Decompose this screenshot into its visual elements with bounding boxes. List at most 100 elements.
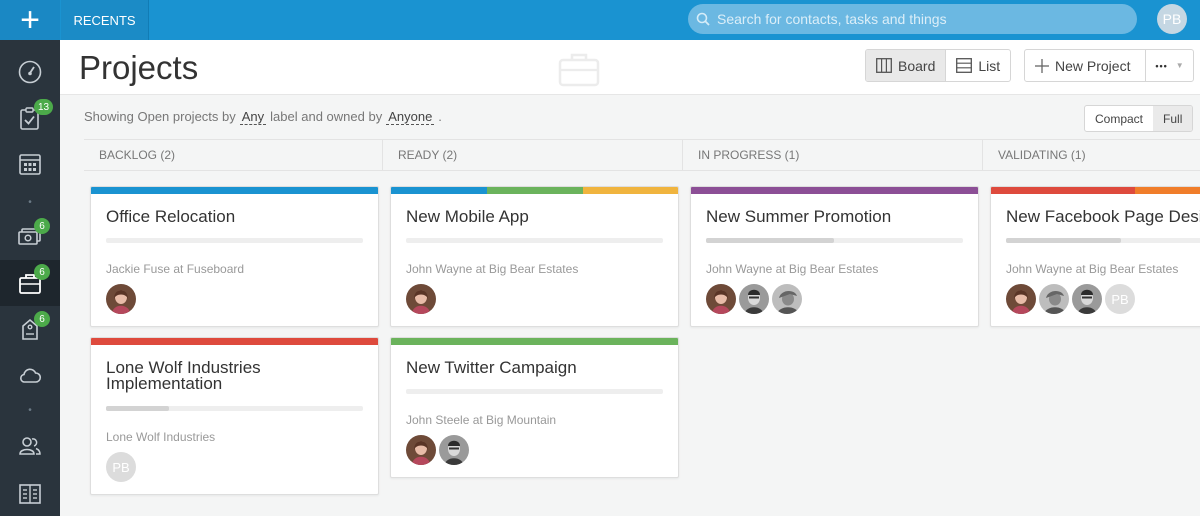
project-owner: John Wayne at Big Bear Estates xyxy=(406,262,579,276)
participant-avatars: PB xyxy=(106,452,136,482)
more-actions-button[interactable]: ••• ▼ xyxy=(1145,49,1194,82)
project-title: New Summer Promotion xyxy=(706,207,892,226)
sidebar-item-dashboard[interactable] xyxy=(0,49,60,95)
plus-icon: + xyxy=(20,1,40,39)
full-view-button[interactable]: Full xyxy=(1153,106,1193,131)
project-title: New Twitter Campaign xyxy=(406,358,577,377)
label-stripe xyxy=(991,187,1200,194)
project-title: New Facebook Page Design xyxy=(1006,207,1200,226)
project-owner: John Steele at Big Mountain xyxy=(406,413,557,427)
label-stripe xyxy=(91,338,378,345)
filter-middle: label and owned by xyxy=(270,109,383,124)
label-stripe xyxy=(691,187,978,194)
sidebar-item-cloud[interactable] xyxy=(0,352,60,398)
page-header: Projects Board List New Project ••• ▼ xyxy=(60,40,1200,95)
board-view-button[interactable]: Board xyxy=(866,50,946,81)
avatar[interactable] xyxy=(106,284,136,314)
avatar[interactable] xyxy=(406,435,436,465)
avatar[interactable] xyxy=(772,284,802,314)
recents-button[interactable]: RECENTS xyxy=(61,0,149,40)
page-title: Projects xyxy=(79,49,199,86)
project-card[interactable]: New Mobile App John Wayne at Big Bear Es… xyxy=(390,186,679,327)
participant-avatars: PB xyxy=(1006,284,1135,314)
view-toggle: Board List xyxy=(865,49,1012,82)
search-bar[interactable] xyxy=(688,4,1137,34)
participant-avatars xyxy=(406,284,436,314)
sidebar: 13 • 6 6 6 • xyxy=(0,40,60,516)
new-project-button[interactable]: New Project xyxy=(1024,49,1146,82)
sidebar-item-calendar[interactable] xyxy=(0,141,60,187)
avatar[interactable] xyxy=(1039,284,1069,314)
contacts-icon xyxy=(19,437,41,455)
project-title: Office Relocation xyxy=(106,207,236,226)
list-icon xyxy=(956,58,973,73)
sidebar-item-reports[interactable] xyxy=(0,470,60,516)
density-toggle: Compact Full xyxy=(1084,105,1194,132)
compact-view-button[interactable]: Compact xyxy=(1085,106,1153,131)
participant-avatars xyxy=(706,284,802,314)
column-header-validating: VALIDATING (1) xyxy=(983,139,1200,171)
avatar[interactable]: PB xyxy=(1105,284,1135,314)
avatar[interactable] xyxy=(739,284,769,314)
avatar[interactable] xyxy=(706,284,736,314)
participant-avatars xyxy=(406,435,469,465)
avatar[interactable] xyxy=(439,435,469,465)
more-dots-icon: ••• xyxy=(1155,60,1168,71)
list-view-button[interactable]: List xyxy=(945,50,1010,81)
new-project-label: New Project xyxy=(1055,57,1131,74)
column-header-backlog: BACKLOG (2) xyxy=(84,139,383,171)
search-icon xyxy=(696,12,710,26)
list-view-label: List xyxy=(978,57,1001,74)
progress-bar xyxy=(106,238,363,243)
user-avatar[interactable]: PB xyxy=(1157,4,1187,34)
progress-bar xyxy=(106,406,363,411)
sidebar-separator: • xyxy=(28,197,32,208)
add-button[interactable]: + xyxy=(0,0,60,40)
briefcase-icon xyxy=(558,53,600,87)
project-title: Lone Wolf Industries Implementation xyxy=(106,358,261,393)
owner-filter-dropdown[interactable]: Anyone xyxy=(386,109,435,125)
board-columns-icon xyxy=(876,58,892,73)
project-card[interactable]: New Summer Promotion John Wayne at Big B… xyxy=(690,186,979,327)
project-owner: Lone Wolf Industries xyxy=(106,430,216,444)
avatar[interactable] xyxy=(1006,284,1036,314)
progress-bar xyxy=(406,238,663,243)
projects-count-badge: 6 xyxy=(34,264,50,280)
sidebar-item-cases[interactable] xyxy=(0,306,60,352)
top-bar: + RECENTS PB xyxy=(0,0,1200,40)
filter-sentence: Showing Open projects by Any label and o… xyxy=(84,109,442,125)
project-card[interactable]: New Facebook Page Design John Wayne at B… xyxy=(990,186,1200,327)
sidebar-item-contacts[interactable] xyxy=(0,423,60,469)
project-card[interactable]: Office Relocation Jackie Fuse at Fuseboa… xyxy=(90,186,379,327)
search-input[interactable] xyxy=(717,11,1117,27)
progress-fill xyxy=(1006,238,1121,243)
project-owner: Jackie Fuse at Fuseboard xyxy=(106,262,245,276)
project-card[interactable]: New Twitter Campaign John Steele at Big … xyxy=(390,337,679,478)
sidebar-item-deals[interactable] xyxy=(0,211,60,257)
avatar[interactable] xyxy=(406,284,436,314)
filter-prefix: Showing Open projects by xyxy=(84,109,236,124)
label-stripe xyxy=(91,187,378,194)
cases-count-badge: 6 xyxy=(34,311,50,327)
progress-fill xyxy=(106,406,169,411)
sidebar-item-projects[interactable] xyxy=(0,260,60,306)
column-header-in-progress: IN PROGRESS (1) xyxy=(683,139,983,171)
board-view-label: Board xyxy=(898,57,936,74)
cloud-icon xyxy=(20,368,42,383)
progress-bar xyxy=(1006,238,1200,243)
avatar[interactable]: PB xyxy=(106,452,136,482)
project-card[interactable]: Lone Wolf Industries Implementation Lone… xyxy=(90,337,379,495)
tasks-count-badge: 13 xyxy=(34,99,54,115)
avatar[interactable] xyxy=(1072,284,1102,314)
project-title: New Mobile App xyxy=(406,207,529,226)
calendar-icon xyxy=(19,154,41,175)
filter-suffix: . xyxy=(438,109,442,124)
progress-bar xyxy=(406,389,663,394)
participant-avatars xyxy=(106,284,136,314)
report-icon xyxy=(19,484,41,504)
project-owner: John Wayne at Big Bear Estates xyxy=(1006,262,1179,276)
progress-fill xyxy=(706,238,834,243)
speedometer-icon xyxy=(18,60,42,84)
label-filter-dropdown[interactable]: Any xyxy=(239,109,267,125)
label-stripe xyxy=(391,187,678,194)
